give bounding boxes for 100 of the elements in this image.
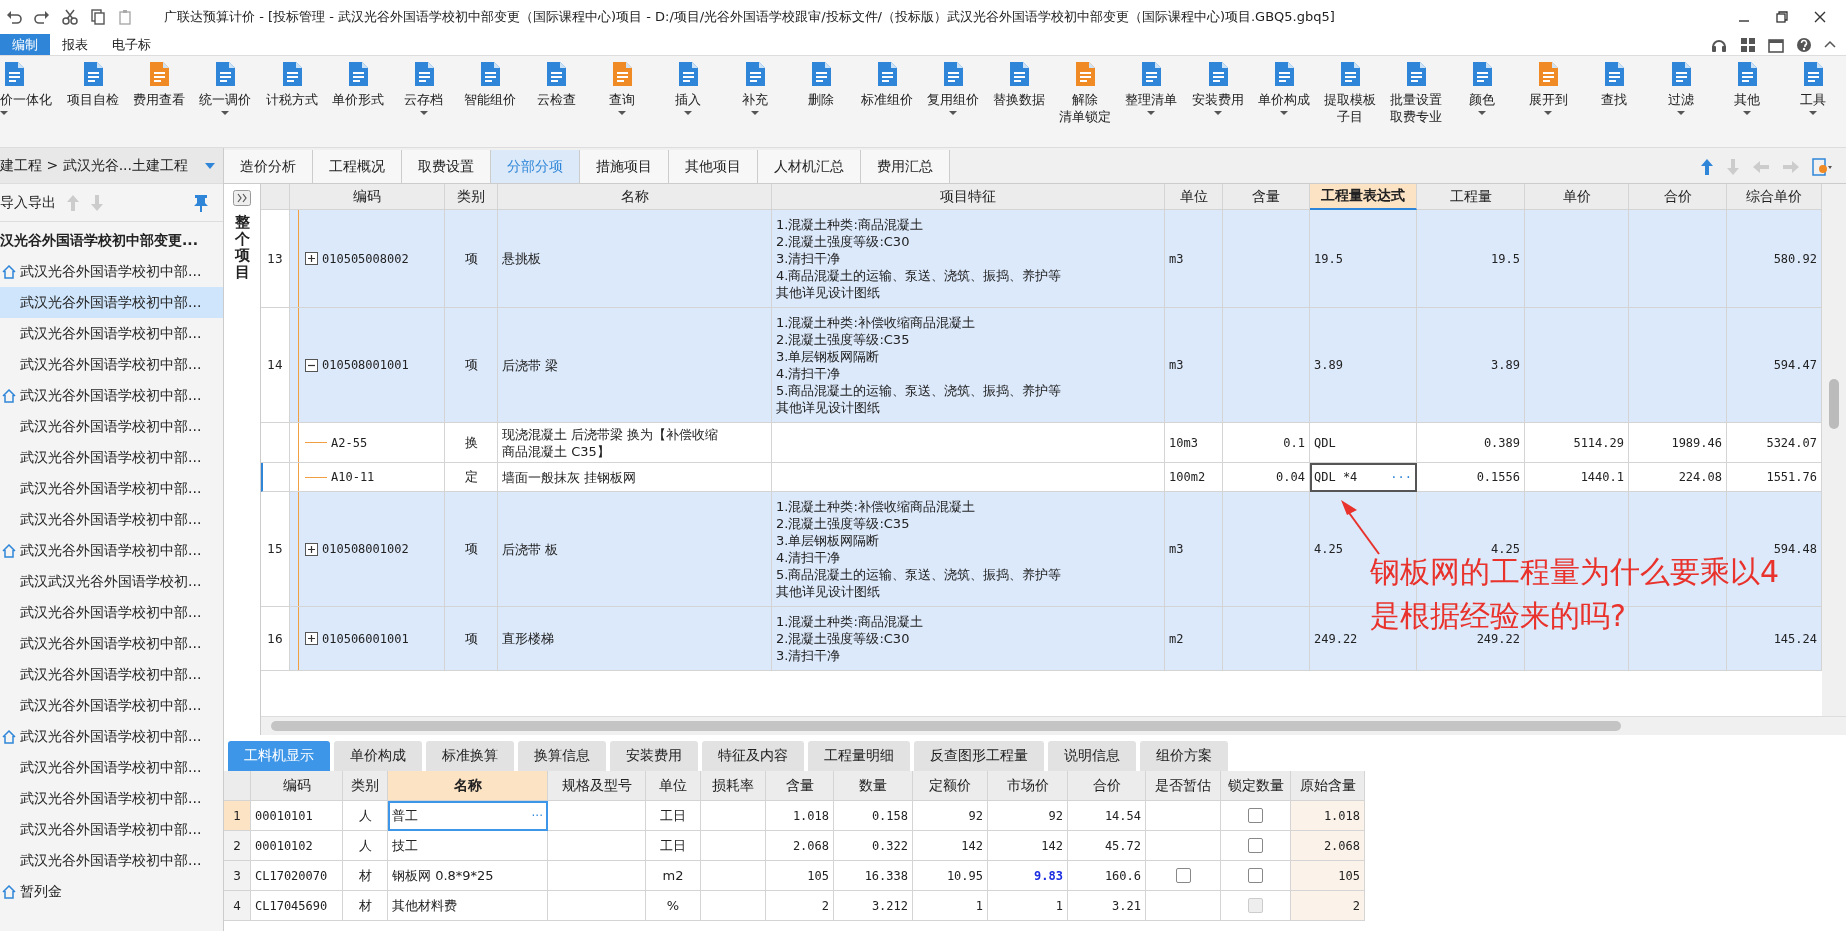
panel-tab[interactable]: 安装费用 <box>610 741 698 771</box>
column-header[interactable]: 名称 <box>498 184 772 210</box>
toolbar-button[interactable]: 插入 <box>655 60 722 115</box>
toolbar-button[interactable]: 删除 <box>787 60 854 108</box>
name-field[interactable]: 普工 ··· <box>388 801 548 831</box>
column-header[interactable]: 编码 <box>251 771 343 801</box>
tree-item[interactable]: 武汉光谷外国语学校初中部... <box>0 504 223 535</box>
toolbar-button[interactable]: 云检查 <box>523 60 590 108</box>
tree-item[interactable]: 武汉光谷外国语学校初中部... <box>0 845 223 876</box>
toolbar-button[interactable]: 项目自检 <box>60 60 127 108</box>
toolbar-button[interactable]: 展开到 <box>1515 60 1582 115</box>
page-tab[interactable]: 造价分析 <box>224 150 313 183</box>
checkbox[interactable] <box>1248 808 1263 823</box>
toolbar-button[interactable]: 标准组价 <box>853 60 920 108</box>
toolbar-button[interactable]: 颜色 <box>1449 60 1516 115</box>
column-header[interactable]: 市场价 <box>988 771 1068 801</box>
toolbar-button[interactable]: 费用查看 <box>126 60 193 108</box>
column-header[interactable]: 类别 <box>445 184 498 210</box>
column-header[interactable]: 损耗率 <box>701 771 766 801</box>
tree-item[interactable]: 武汉光谷外国语学校初中部... <box>0 814 223 845</box>
column-header[interactable]: 工程量 <box>1417 184 1525 210</box>
checkbox[interactable] <box>1248 868 1263 883</box>
column-header[interactable]: 单价 <box>1525 184 1629 210</box>
arrow-up-icon[interactable] <box>1700 157 1714 176</box>
tree-item[interactable]: 武汉光谷外国语学校初中部... <box>0 535 223 566</box>
toolbar-button[interactable]: 工具 <box>1779 60 1846 115</box>
tree-item[interactable]: 武汉光谷外国语学校初中部... <box>0 349 223 380</box>
plus-icon[interactable] <box>305 542 318 556</box>
toolbar-button[interactable]: 补充 <box>721 60 788 115</box>
tree-item[interactable]: 武汉光谷外国语学校初中部... <box>0 287 223 318</box>
pin-icon[interactable] <box>193 193 209 212</box>
tree-item[interactable]: 武汉光谷外国语学校初中部... <box>0 256 223 287</box>
plus-icon[interactable] <box>305 632 318 645</box>
checkbox[interactable] <box>1175 868 1191 883</box>
column-header[interactable]: 项目特征 <box>772 184 1165 210</box>
panel-tab[interactable]: 反查图形工程量 <box>914 741 1044 771</box>
copy-icon[interactable] <box>90 9 106 25</box>
tree-item[interactable]: 武汉光谷外国语学校初中部... <box>0 690 223 721</box>
toolbar-button[interactable]: 复用组价 <box>919 60 987 115</box>
toolbar-button[interactable]: 智能组价 <box>457 60 524 108</box>
column-header[interactable]: 综合单价 <box>1727 184 1822 210</box>
tree-item[interactable]: 暂列金 <box>0 876 223 907</box>
toolbar-button[interactable]: 过滤 <box>1647 60 1714 115</box>
page-tab[interactable]: 工程概况 <box>313 150 402 183</box>
vertical-scrollbar[interactable] <box>1822 184 1846 716</box>
tree-item[interactable]: 武汉光谷外国语学校初中部... <box>0 752 223 783</box>
toolbar-button[interactable]: 提取模板 子目 <box>1316 60 1383 125</box>
column-header[interactable]: 规格及型号 <box>548 771 646 801</box>
row-number[interactable]: 1 <box>224 801 251 831</box>
column-header[interactable]: 锁定数量 <box>1221 771 1291 801</box>
checkbox[interactable] <box>1248 838 1263 853</box>
column-header[interactable]: 单位 <box>646 771 701 801</box>
column-header[interactable]: 原始含量 <box>1291 771 1365 801</box>
row-number[interactable]: 2 <box>224 831 251 861</box>
window-icon[interactable] <box>1768 36 1784 53</box>
column-header[interactable]: 单位 <box>1165 184 1223 210</box>
paste-icon[interactable] <box>118 9 134 25</box>
redo-icon[interactable] <box>34 9 50 25</box>
column-header[interactable]: 数量 <box>834 771 913 801</box>
tree-item[interactable]: 武汉光谷外国语学校初中部... <box>0 318 223 349</box>
column-header[interactable]: 名称 <box>388 771 548 801</box>
tree-item[interactable]: 武汉武汉光谷外国语学校初... <box>0 566 223 597</box>
scissors-icon[interactable] <box>62 9 78 25</box>
panel-tab[interactable]: 换算信息 <box>518 741 606 771</box>
row-number[interactable]: 13 <box>261 210 290 308</box>
column-header[interactable]: 合价 <box>1629 184 1727 210</box>
tree-item[interactable]: 武汉光谷外国语学校初中部... <box>0 442 223 473</box>
menu-tab[interactable]: 电子标 <box>100 34 163 55</box>
toolbar-button[interactable]: 安装费用 <box>1184 60 1251 115</box>
restore-icon[interactable] <box>1776 11 1788 23</box>
toolbar-button[interactable]: 单价构成 <box>1250 60 1317 115</box>
tree-item[interactable]: 武汉光谷外国语学校初中部... <box>0 783 223 814</box>
column-header[interactable]: 编码 <box>290 184 445 210</box>
page-tab[interactable]: 人材机汇总 <box>758 150 861 183</box>
tree-root[interactable]: 汉光谷外国语学校初中部变更... <box>0 222 223 256</box>
panel-tab[interactable]: 说明信息 <box>1048 741 1136 771</box>
toolbar-button[interactable]: 价一体化 <box>0 60 61 115</box>
row-number[interactable] <box>261 463 290 492</box>
toolbar-button[interactable]: 批量设置 取费专业 <box>1382 60 1450 125</box>
horizontal-scrollbar[interactable] <box>261 716 1846 735</box>
tree-item[interactable]: 武汉光谷外国语学校初中部... <box>0 628 223 659</box>
column-header[interactable]: 含量 <box>766 771 834 801</box>
more-button[interactable]: ··· <box>531 808 543 823</box>
toolbar-button[interactable]: 单价形式 <box>324 60 391 108</box>
column-header[interactable]: 工程量表达式 <box>1310 184 1417 210</box>
menu-tab[interactable]: 编制 <box>0 34 50 55</box>
plus-icon[interactable] <box>305 252 318 265</box>
column-header[interactable]: 含量 <box>1223 184 1310 210</box>
dropdown-icon[interactable] <box>205 162 215 169</box>
row-number[interactable]: 3 <box>224 861 251 891</box>
row-number[interactable]: 14 <box>261 308 290 423</box>
toolbar-button[interactable]: 计税方式 <box>258 60 325 108</box>
toolbar-button[interactable]: 云存档 <box>390 60 457 115</box>
menu-tab[interactable]: 报表 <box>50 34 100 55</box>
tree-item[interactable]: 武汉光谷外国语学校初中部... <box>0 721 223 752</box>
expand-icon[interactable] <box>233 190 251 206</box>
undo-icon[interactable] <box>6 9 22 25</box>
page-tab[interactable]: 取费设置 <box>402 150 491 183</box>
toolbar-button[interactable]: 解除 清单锁定 <box>1052 60 1119 125</box>
row-number[interactable]: 4 <box>224 891 251 921</box>
